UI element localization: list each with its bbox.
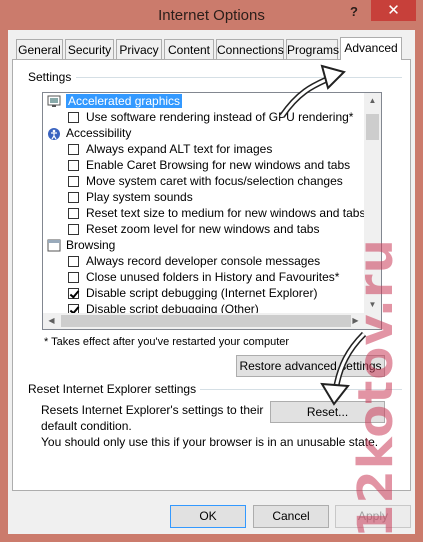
checkbox-caret-browsing[interactable]	[68, 160, 79, 171]
restart-footnote: * Takes effect after you've restarted yo…	[44, 336, 290, 348]
title-bar[interactable]: Internet Options ? ✕	[0, 0, 423, 30]
checkbox-close-unused-folders[interactable]	[68, 272, 79, 283]
ok-button[interactable]: OK	[170, 505, 246, 528]
horizontal-scroll-thumb[interactable]	[61, 315, 351, 327]
tree-option-label: Reset text size to medium for new window…	[86, 206, 366, 220]
reset-group-label: Reset Internet Explorer settings	[28, 382, 201, 396]
tree-option-label: Move system caret with focus/selection c…	[86, 174, 343, 188]
internet-options-window: Internet Options ? ✕ General Security Pr…	[0, 0, 423, 542]
checkbox-disable-script-debugging-ie[interactable]	[68, 288, 79, 299]
checkbox-expand-alt-text[interactable]	[68, 144, 79, 155]
checkbox-reset-zoom-level[interactable]	[68, 224, 79, 235]
tree-option-label: Always record developer console messages	[86, 254, 321, 268]
reset-description: Resets Internet Explorer's settings to t…	[41, 403, 264, 433]
browsing-icon	[47, 239, 61, 252]
tree-option-label: Close unused folders in History and Favo…	[86, 270, 340, 284]
checkbox-move-system-caret[interactable]	[68, 176, 79, 187]
tab-privacy[interactable]: Privacy	[116, 39, 162, 59]
scroll-up-arrow-icon[interactable]: ▲	[364, 93, 381, 109]
tree-option-label: Reset zoom level for new windows and tab…	[86, 222, 320, 236]
tree-category-browsing[interactable]: Browsing	[66, 237, 115, 253]
display-icon	[47, 95, 61, 108]
accessibility-icon	[47, 127, 61, 140]
checkbox-reset-text-size[interactable]	[68, 208, 79, 219]
tab-content[interactable]: Content	[164, 39, 214, 59]
tab-advanced[interactable]: Advanced	[340, 37, 402, 60]
tree-option-label: Enable Caret Browsing for new windows an…	[86, 158, 351, 172]
settings-divider	[76, 77, 402, 78]
close-button[interactable]: ✕	[371, 0, 416, 21]
tab-programs[interactable]: Programs	[286, 39, 339, 59]
checkbox-software-rendering[interactable]	[68, 112, 79, 123]
tree-category-accessibility[interactable]: Accessibility	[66, 125, 131, 141]
tab-general[interactable]: General	[16, 39, 63, 59]
tab-security[interactable]: Security	[65, 39, 114, 59]
tree-option-label: Always expand ALT text for images	[86, 142, 273, 156]
watermark: 12kotov.ru	[348, 238, 404, 538]
help-button[interactable]: ?	[350, 4, 366, 22]
checkbox-play-system-sounds[interactable]	[68, 192, 79, 203]
tree-option-label: Play system sounds	[86, 190, 193, 204]
reset-warning: You should only use this if your browser…	[41, 435, 379, 449]
cancel-button[interactable]: Cancel	[253, 505, 329, 528]
checkbox-record-console-messages[interactable]	[68, 256, 79, 267]
scroll-thumb[interactable]	[366, 114, 379, 140]
tab-connections[interactable]: Connections	[216, 39, 284, 59]
settings-label: Settings	[28, 70, 76, 84]
tree-category-accelerated-graphics[interactable]: Accelerated graphics	[66, 93, 183, 109]
scroll-left-arrow-icon[interactable]: ◀	[43, 313, 60, 329]
tree-option-label: Disable script debugging (Internet Explo…	[86, 286, 318, 300]
tutorial-arrow-icon	[279, 64, 346, 118]
